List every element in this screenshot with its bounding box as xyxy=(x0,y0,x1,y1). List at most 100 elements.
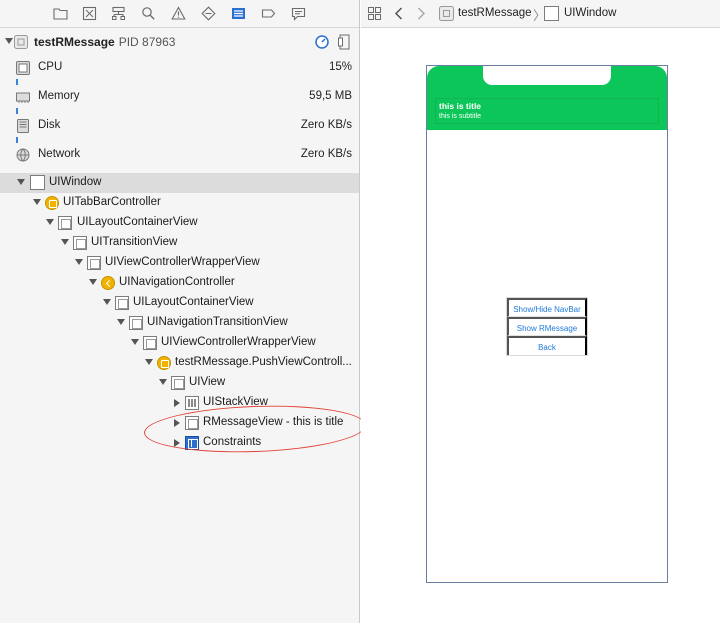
tree-row[interactable]: UINavigationTransitionView xyxy=(0,313,359,333)
gauge-icon[interactable] xyxy=(315,35,329,49)
symbol-icon[interactable] xyxy=(111,6,126,21)
disclosure-triangle-icon[interactable] xyxy=(174,399,180,407)
gauge-cpu[interactable]: CPU 15% xyxy=(0,58,359,87)
metric-label: Memory xyxy=(38,90,80,102)
metric-value: Zero KB/s xyxy=(300,148,352,160)
gauge-network[interactable]: Network Zero KB/s xyxy=(0,145,359,174)
app-icon xyxy=(14,35,28,49)
disclosure-triangle-icon[interactable] xyxy=(46,219,54,225)
tree-row-label: UILayoutContainerView xyxy=(133,296,254,308)
forward-arrow-icon[interactable] xyxy=(416,7,426,20)
tree-row-label: UIViewControllerWrapperView xyxy=(105,256,260,268)
gauge-memory[interactable]: Memory 59,5 MB xyxy=(0,87,359,116)
rmessage-view[interactable]: this is title this is subtitle xyxy=(435,98,659,124)
message-title: this is title xyxy=(439,101,482,111)
source-control-icon[interactable] xyxy=(82,6,97,21)
folder-icon[interactable] xyxy=(53,6,68,21)
tree-row-uiwindow[interactable]: UIWindow xyxy=(0,173,359,193)
tree-row-label: UIWindow xyxy=(49,176,102,188)
tree-row[interactable]: testRMessage.PushViewControll... xyxy=(0,353,359,373)
tree-row[interactable]: UILayoutContainerView xyxy=(0,293,359,313)
debug-navigator: testRMessage PID 87963 CPU 15% Memory 59,… xyxy=(0,0,367,623)
back-button[interactable]: Back xyxy=(507,336,587,355)
tree-row-label: UITransitionView xyxy=(91,236,178,248)
tree-row-label: testRMessage.PushViewControll... xyxy=(175,356,352,368)
memory-icon xyxy=(16,90,30,104)
disclosure-triangle-icon[interactable] xyxy=(61,239,69,245)
window-icon xyxy=(30,175,45,190)
metric-label: CPU xyxy=(38,61,63,73)
view-debugger-canvas[interactable]: testRMessage 〉 UIWindow this is title th… xyxy=(361,0,720,623)
tree-row-label: UITabBarController xyxy=(63,196,161,208)
view-icon xyxy=(171,376,185,390)
disk-usage-bar xyxy=(16,137,18,143)
metric-label: Network xyxy=(38,148,81,160)
disclosure-triangle-icon[interactable] xyxy=(75,259,83,265)
tree-row[interactable]: UIViewControllerWrapperView xyxy=(0,333,359,353)
tree-row[interactable]: UIViewControllerWrapperView xyxy=(0,253,359,273)
disclosure-triangle-icon[interactable] xyxy=(145,359,153,365)
view-controller-icon xyxy=(45,196,59,210)
report-icon[interactable] xyxy=(291,6,306,21)
disk-icon xyxy=(16,119,30,133)
metric-label: Disk xyxy=(38,119,61,131)
tree-row[interactable]: UITransitionView xyxy=(0,233,359,253)
device-screen[interactable]: this is title this is subtitle Show/Hide… xyxy=(426,65,668,583)
breakpoint-icon[interactable] xyxy=(261,6,276,21)
tree-row[interactable]: UILayoutContainerView xyxy=(0,213,359,233)
tree-row[interactable]: UITabBarController xyxy=(0,193,359,213)
test-icon[interactable] xyxy=(201,6,216,21)
metric-value: Zero KB/s xyxy=(300,119,352,131)
disclosure-triangle-icon[interactable] xyxy=(89,279,97,285)
button-stack: Show/Hide NavBar Show RMessage Back xyxy=(506,297,588,356)
show-hide-navbar-button[interactable]: Show/Hide NavBar xyxy=(507,298,587,317)
disclosure-triangle-icon[interactable] xyxy=(117,319,125,325)
tree-row[interactable]: UINavigationController xyxy=(0,273,359,293)
tree-row-label: UILayoutContainerView xyxy=(77,216,198,228)
cpu-icon xyxy=(16,61,30,75)
disclosure-triangle-icon[interactable] xyxy=(33,199,41,205)
app-icon xyxy=(439,6,454,21)
process-row[interactable]: testRMessage PID 87963 xyxy=(0,29,359,55)
jump-bar: testRMessage 〉 UIWindow xyxy=(361,0,720,28)
view-controller-icon xyxy=(157,356,171,370)
disclosure-triangle-icon[interactable] xyxy=(131,339,139,345)
grid-icon[interactable] xyxy=(368,7,381,20)
navigation-controller-icon xyxy=(101,276,115,290)
show-rmessage-button[interactable]: Show RMessage xyxy=(507,317,587,336)
metric-value: 15% xyxy=(328,61,352,73)
memory-usage-bar xyxy=(16,108,18,114)
tree-row-label: UINavigationController xyxy=(119,276,235,288)
debug-icon[interactable] xyxy=(231,6,246,21)
disclosure-triangle-icon[interactable] xyxy=(5,38,13,44)
disclosure-triangle-icon[interactable] xyxy=(159,379,167,385)
tree-row-label: UINavigationTransitionView xyxy=(147,316,288,328)
disclosure-triangle-icon[interactable] xyxy=(17,179,25,185)
xcode-debug-view-hierarchy: testRMessage PID 87963 CPU 15% Memory 59,… xyxy=(0,0,720,623)
view-icon xyxy=(129,316,143,330)
view-icon xyxy=(143,336,157,350)
view-icon xyxy=(58,216,72,230)
process-name: testRMessage xyxy=(34,35,115,49)
view-hierarchy-icon[interactable] xyxy=(338,34,351,50)
navigator-toolbar xyxy=(0,0,359,28)
search-icon[interactable] xyxy=(141,6,156,21)
metric-value: 59,5 MB xyxy=(309,90,352,102)
back-arrow-icon[interactable] xyxy=(394,7,404,20)
view-icon xyxy=(87,256,101,270)
gauge-disk[interactable]: Disk Zero KB/s xyxy=(0,116,359,145)
tree-row-label: UIView xyxy=(189,376,226,388)
message-subtitle: this is subtitle xyxy=(439,113,482,120)
stack-view-icon xyxy=(185,396,199,410)
warning-icon[interactable] xyxy=(171,6,186,21)
disclosure-triangle-icon[interactable] xyxy=(103,299,111,305)
breadcrumb-window[interactable]: UIWindow xyxy=(564,7,616,19)
message-banner[interactable]: this is title this is subtitle xyxy=(427,66,667,130)
network-icon xyxy=(16,148,30,162)
view-icon xyxy=(73,236,87,250)
device-notch xyxy=(483,66,611,85)
breadcrumb-app[interactable]: testRMessage xyxy=(458,7,532,19)
window-icon xyxy=(544,6,559,21)
process-pid: PID 87963 xyxy=(118,35,176,49)
tree-row[interactable]: UIView xyxy=(0,373,359,393)
